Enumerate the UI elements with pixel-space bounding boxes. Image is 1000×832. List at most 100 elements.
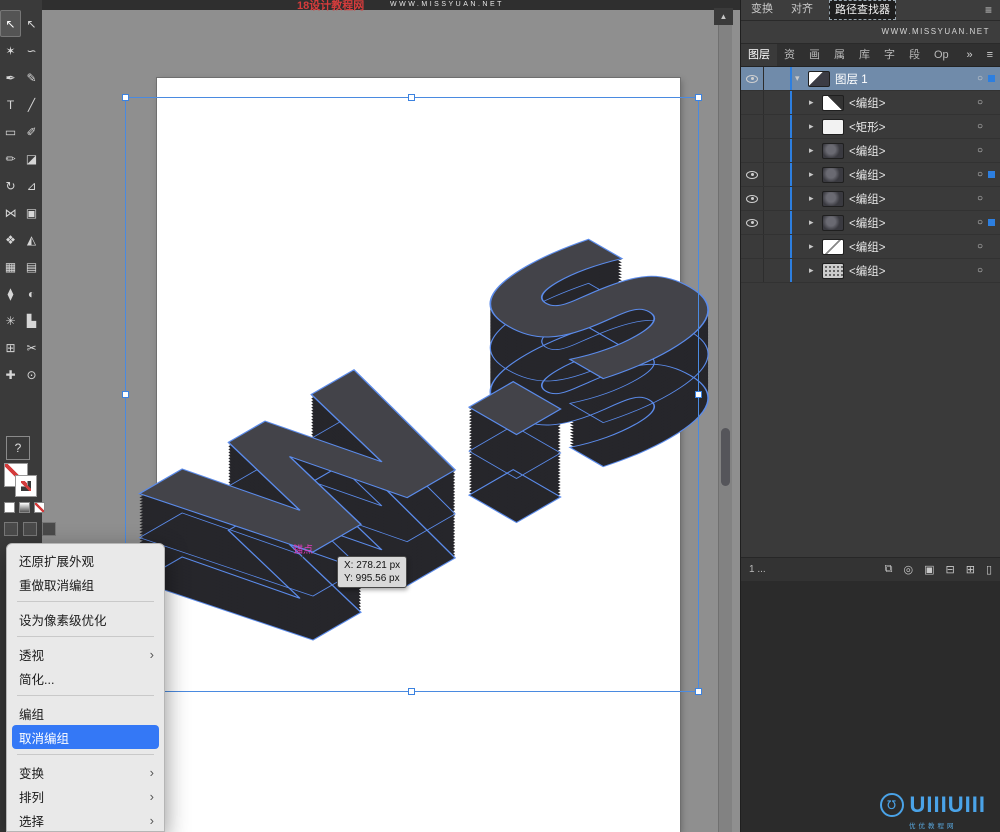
- help-tool[interactable]: ?: [6, 436, 30, 460]
- new-layer-icon[interactable]: ⊞: [966, 563, 975, 576]
- menu-item[interactable]: 排列›: [7, 784, 164, 808]
- selection-tool[interactable]: ↖: [0, 10, 21, 37]
- panel-tab-align[interactable]: 对齐: [789, 0, 815, 20]
- expand-chevron-icon[interactable]: ▾: [795, 73, 808, 84]
- menu-item[interactable]: 编组: [7, 701, 164, 725]
- perspective-grid-tool[interactable]: ◭: [21, 226, 42, 253]
- expand-chevron-icon[interactable]: ▸: [809, 121, 822, 132]
- lock-column[interactable]: [764, 235, 790, 258]
- visibility-toggle[interactable]: [741, 163, 764, 186]
- zoom-tool[interactable]: ⊙: [21, 361, 42, 388]
- draw-normal-button[interactable]: [4, 522, 18, 536]
- new-sublayer-icon[interactable]: ⊟: [946, 563, 955, 576]
- width-tool[interactable]: ⋈: [0, 199, 21, 226]
- expand-chevron-icon[interactable]: ▸: [809, 169, 822, 180]
- visibility-toggle[interactable]: [741, 259, 764, 282]
- free-transform-tool[interactable]: ▣: [21, 199, 42, 226]
- collect-export-icon[interactable]: ⧉: [885, 563, 893, 576]
- symbol-sprayer-tool[interactable]: ✳: [0, 307, 21, 334]
- direct-selection-tool[interactable]: ↖: [21, 10, 42, 37]
- selection-handle[interactable]: [408, 688, 415, 695]
- layer-name[interactable]: <编组>: [849, 263, 977, 279]
- target-circle-icon[interactable]: ○: [977, 169, 983, 180]
- tab-artboards[interactable]: 画: [802, 44, 827, 66]
- shape-builder-tool[interactable]: ❖: [0, 226, 21, 253]
- visibility-toggle[interactable]: [741, 187, 764, 210]
- layer-row[interactable]: ▾ 图层 1○: [741, 67, 1000, 91]
- draw-inside-button[interactable]: [42, 522, 56, 536]
- scrollbar-thumb[interactable]: [721, 428, 730, 486]
- selection-handle[interactable]: [122, 94, 129, 101]
- column-graph-tool[interactable]: ▙: [21, 307, 42, 334]
- mesh-tool[interactable]: ▦: [0, 253, 21, 280]
- hand-tool[interactable]: ✚: [0, 361, 21, 388]
- layer-row[interactable]: ▸<编组>○: [741, 139, 1000, 163]
- layer-name[interactable]: 图层 1: [835, 71, 977, 87]
- selection-handle[interactable]: [408, 94, 415, 101]
- target-circle-icon[interactable]: ○: [977, 241, 983, 252]
- slice-tool[interactable]: ✂: [21, 334, 42, 361]
- target-circle-icon[interactable]: ○: [977, 97, 983, 108]
- delete-layer-icon[interactable]: ▯: [986, 563, 992, 576]
- paintbrush-tool[interactable]: ✐: [21, 118, 42, 145]
- expand-chevron-icon[interactable]: ▸: [809, 265, 822, 276]
- layer-name[interactable]: <编组>: [849, 239, 977, 255]
- eraser-tool[interactable]: ◪: [21, 145, 42, 172]
- layer-name[interactable]: <编组>: [849, 191, 977, 207]
- tab-overflow-icon[interactable]: »: [959, 49, 979, 61]
- selection-handle[interactable]: [695, 688, 702, 695]
- lock-column[interactable]: [764, 67, 790, 90]
- lock-column[interactable]: [764, 91, 790, 114]
- lock-column[interactable]: [764, 259, 790, 282]
- shaper-tool[interactable]: ✏: [0, 145, 21, 172]
- magic-wand-tool[interactable]: ✶: [0, 37, 21, 64]
- target-circle-icon[interactable]: ○: [977, 265, 983, 276]
- lock-column[interactable]: [764, 163, 790, 186]
- selection-bounding-box[interactable]: [125, 97, 699, 692]
- locate-object-icon[interactable]: ◎: [903, 563, 913, 576]
- layer-name[interactable]: <编组>: [849, 167, 977, 183]
- pen-tool[interactable]: ✒: [0, 64, 21, 91]
- tab-assets[interactable]: 资: [777, 44, 802, 66]
- artboard-tool[interactable]: ⊞: [0, 334, 21, 361]
- layer-row[interactable]: ▸<编组>○: [741, 187, 1000, 211]
- lock-column[interactable]: [764, 211, 790, 234]
- curvature-tool[interactable]: ✎: [21, 64, 42, 91]
- layer-row[interactable]: ▸ <编组>○: [741, 235, 1000, 259]
- selection-handle[interactable]: [122, 391, 129, 398]
- panel-tab-transform[interactable]: 变换: [749, 0, 775, 20]
- expand-chevron-icon[interactable]: ▸: [809, 97, 822, 108]
- menu-item[interactable]: 选择›: [7, 808, 164, 832]
- color-button[interactable]: [4, 502, 15, 513]
- layer-row[interactable]: ▸ <编组>○: [741, 163, 1000, 187]
- tab-paragraph[interactable]: 段: [902, 44, 927, 66]
- expand-chevron-icon[interactable]: ▸: [809, 145, 822, 156]
- selection-handle[interactable]: [695, 94, 702, 101]
- vertical-scrollbar[interactable]: [718, 25, 732, 832]
- scale-tool[interactable]: ⊿: [21, 172, 42, 199]
- lock-column[interactable]: [764, 115, 790, 138]
- tab-libraries[interactable]: 库: [852, 44, 877, 66]
- target-circle-icon[interactable]: ○: [977, 73, 983, 84]
- rotate-tool[interactable]: ↻: [0, 172, 21, 199]
- type-tool[interactable]: T: [0, 91, 21, 118]
- visibility-toggle[interactable]: [741, 235, 764, 258]
- stroke-color-swatch[interactable]: [16, 476, 36, 496]
- tab-properties[interactable]: 属: [827, 44, 852, 66]
- target-circle-icon[interactable]: ○: [977, 193, 983, 204]
- draw-behind-button[interactable]: [23, 522, 37, 536]
- layer-name[interactable]: <编组>: [849, 215, 977, 231]
- tab-opentype[interactable]: Op: [927, 44, 956, 66]
- lasso-tool[interactable]: ∽: [21, 37, 42, 64]
- none-button[interactable]: [34, 502, 45, 513]
- expand-chevron-icon[interactable]: ▸: [809, 241, 822, 252]
- panel-menu-icon[interactable]: ≡: [985, 3, 992, 17]
- blend-tool[interactable]: ◐: [21, 280, 42, 307]
- visibility-toggle[interactable]: [741, 115, 764, 138]
- layers-panel-menu-icon[interactable]: ≡: [980, 49, 1000, 61]
- scroll-up-button[interactable]: ▲: [714, 8, 733, 25]
- menu-item[interactable]: 简化...: [7, 666, 164, 690]
- eyedropper-tool[interactable]: ⧫: [0, 280, 21, 307]
- expand-chevron-icon[interactable]: ▸: [809, 217, 822, 228]
- gradient-tool[interactable]: ▤: [21, 253, 42, 280]
